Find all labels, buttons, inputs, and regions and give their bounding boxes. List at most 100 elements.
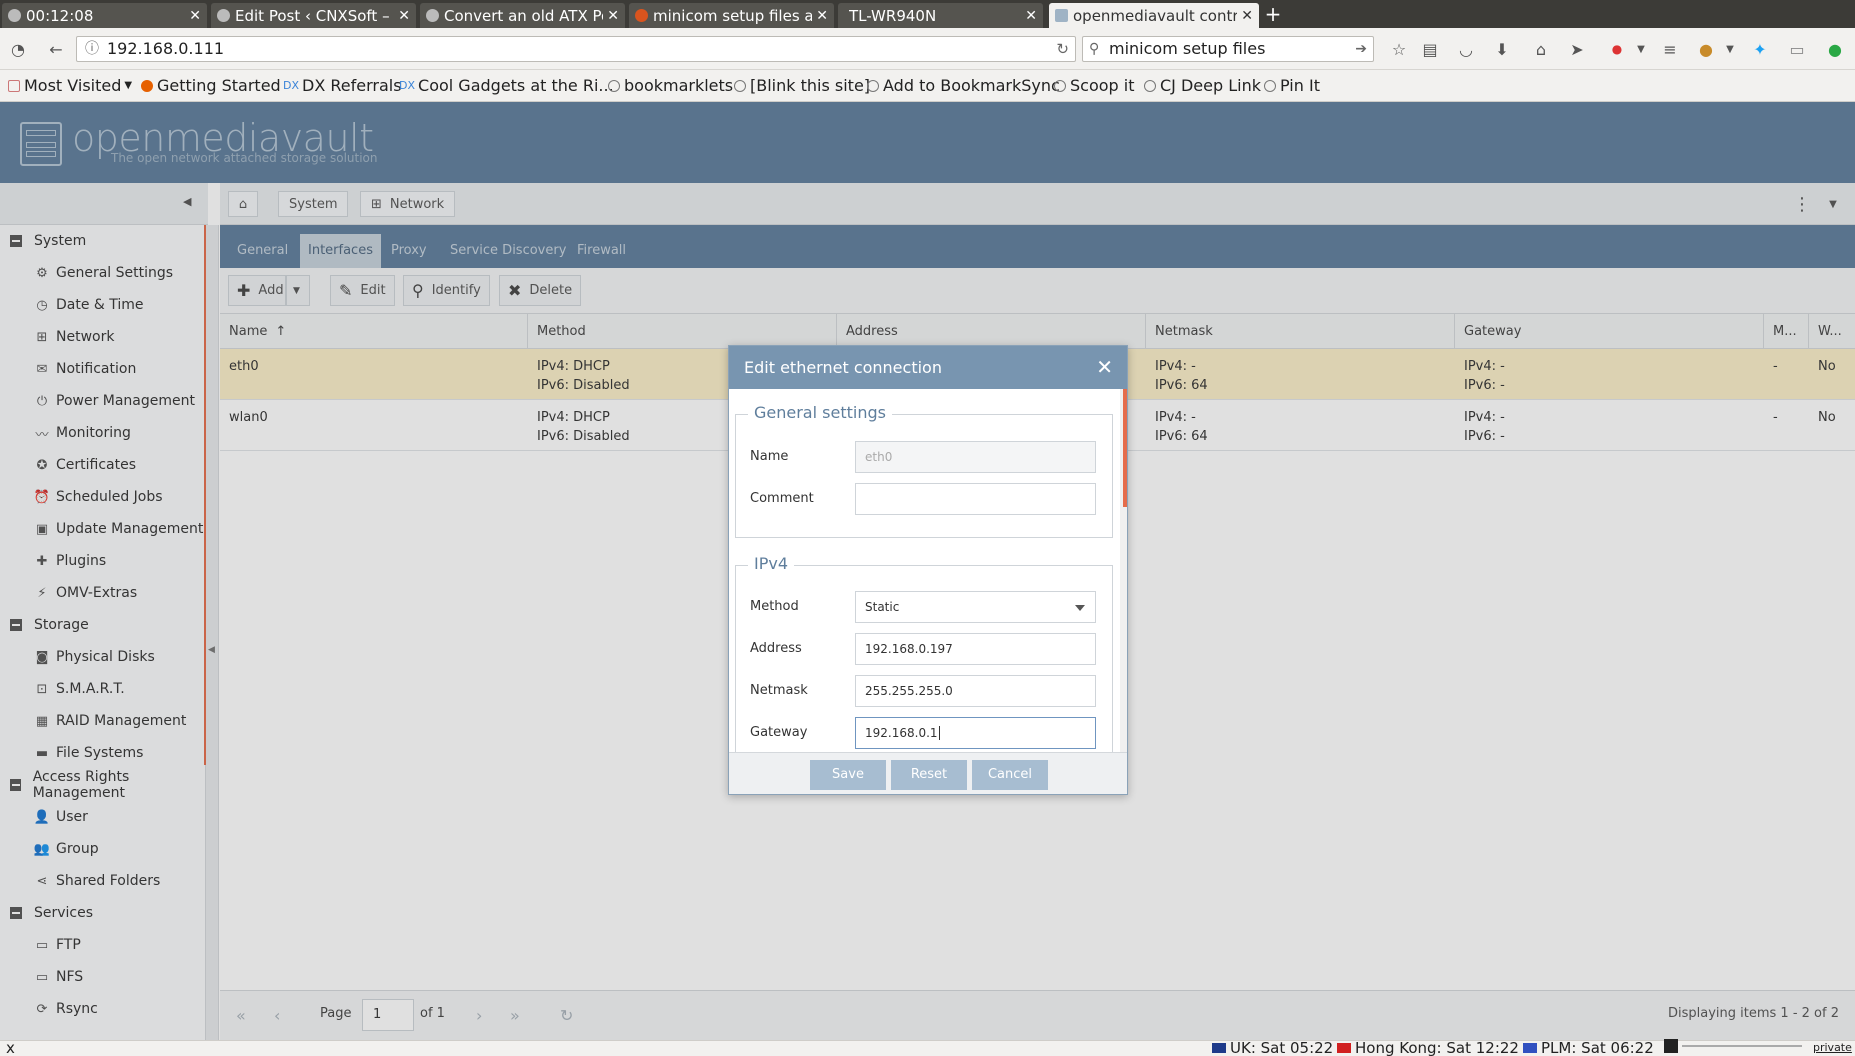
clock-uk: UK: Sat 05:22 (1212, 1039, 1333, 1056)
dialog-title: Edit ethernet connection (744, 358, 942, 377)
info-icon[interactable]: ⓘ (85, 37, 99, 61)
reader-list-icon[interactable]: ▤ (1418, 37, 1442, 61)
globe-icon (1144, 79, 1156, 92)
home-icon[interactable]: ⌂ (1529, 37, 1553, 61)
bookmark-label: Most Visited (24, 76, 122, 95)
send-icon[interactable]: ➤ (1565, 37, 1589, 61)
reset-label: Reset (910, 767, 948, 782)
address-field[interactable]: 192.168.0.197 (855, 633, 1096, 665)
menu-icon[interactable]: ≡ (1658, 37, 1682, 61)
method-row: Method Static (750, 591, 1096, 623)
reload-icon[interactable]: ↻ (1056, 37, 1069, 61)
tab-favicon-icon (635, 9, 648, 22)
tab-close-icon[interactable]: ✕ (1241, 8, 1253, 24)
netmask-field[interactable]: 255.255.255.0 (855, 675, 1096, 707)
bookmark-item[interactable]: DX DX Referrals (283, 76, 402, 95)
close-icon[interactable]: ✕ (1096, 346, 1113, 389)
tab-close-icon[interactable]: ✕ (607, 8, 619, 24)
dialog-titlebar[interactable]: Edit ethernet connection ✕ (729, 346, 1127, 389)
new-tab-icon[interactable]: + (1262, 4, 1284, 26)
dialog-body: General settings Name eth0 Comment IPv4 … (729, 389, 1127, 752)
fieldset-legend: IPv4 (748, 554, 795, 573)
name-row: Name eth0 (750, 441, 1096, 473)
method-value: Static (865, 600, 900, 614)
chevron-down-icon[interactable]: ▼ (1629, 37, 1653, 61)
bookmark-label: Add to BookmarkSync (883, 76, 1060, 95)
tab-title: TL-WR940N (849, 6, 937, 25)
uk-flag-icon (1212, 1043, 1226, 1053)
tab-close-icon[interactable]: ✕ (816, 8, 828, 24)
search-input[interactable]: ⚲ minicom setup files ➔ (1082, 36, 1374, 62)
tab-title: openmediavault contro (1073, 6, 1238, 25)
download-icon[interactable]: ⬇ (1490, 37, 1514, 61)
browser-tab-active[interactable]: openmediavault contro ✕ (1049, 3, 1259, 28)
dialog-scrollbar-thumb[interactable] (1123, 389, 1127, 507)
dialog-footer: Save Reset Cancel (729, 752, 1127, 794)
tab-favicon-icon (1055, 9, 1068, 22)
chevron-down-icon[interactable]: ▼ (1718, 37, 1742, 61)
general-settings-fieldset: General settings Name eth0 Comment (735, 403, 1113, 538)
text-cursor: ​ (938, 726, 940, 740)
bookmark-item[interactable]: CJ Deep Link (1144, 76, 1261, 95)
reset-button[interactable]: Reset (891, 760, 967, 790)
statusbar-close-icon[interactable]: x (6, 1039, 15, 1056)
netmask-label: Netmask (750, 683, 808, 698)
zoom-track[interactable] (1682, 1045, 1802, 1047)
bookmark-item[interactable]: Pin It (1264, 76, 1320, 95)
cancel-button[interactable]: Cancel (972, 760, 1048, 790)
twitter-icon[interactable]: ✦ (1748, 37, 1772, 61)
bookmark-most-visited[interactable]: Most Visited ▼ (8, 76, 132, 95)
comment-field[interactable] (855, 483, 1096, 515)
dx-icon: DX (283, 79, 300, 92)
zoom-icon (1664, 1039, 1678, 1053)
gateway-value: 192.168.0.1 (865, 726, 938, 740)
method-select[interactable]: Static (855, 591, 1096, 623)
chevron-down-icon (1075, 605, 1085, 611)
browser-tab[interactable]: 00:12:08 ✕ (2, 3, 207, 28)
bookmark-star-icon[interactable]: ☆ (1387, 37, 1411, 61)
tab-close-icon[interactable]: ✕ (189, 8, 201, 24)
url-input[interactable]: ⓘ 192.168.0.111 ↻ (76, 36, 1076, 62)
bookmark-item[interactable]: Scoop it (1054, 76, 1135, 95)
search-go-icon[interactable]: ➔ (1355, 37, 1367, 61)
browser-tab[interactable]: minicom setup files at ✕ (629, 3, 834, 28)
chat-icon[interactable]: ▭ (1785, 37, 1809, 61)
browser-tab[interactable]: TL-WR940N ✕ (838, 3, 1043, 28)
tab-title: Convert an old ATX Po (444, 6, 604, 25)
browser-tab[interactable]: Edit Post ‹ CNXSoft – E ✕ (211, 3, 416, 28)
bookmark-label: bookmarklets (624, 76, 734, 95)
bookmark-item[interactable]: [Blink this site] (734, 76, 870, 95)
bookmark-label: DX Referrals (302, 76, 402, 95)
save-button[interactable]: Save (810, 760, 886, 790)
tab-close-icon[interactable]: ✕ (1025, 8, 1037, 24)
bookmark-item[interactable]: DX Cool Gadgets at the Ri... (399, 76, 614, 95)
bookmark-item[interactable]: Getting Started (141, 76, 281, 95)
pocket-icon[interactable]: ◡ (1454, 37, 1478, 61)
bookmark-label: CJ Deep Link (1160, 76, 1261, 95)
save-label: Save (832, 767, 864, 782)
back-icon[interactable]: ← (44, 37, 68, 61)
plm-flag-icon (1523, 1043, 1537, 1053)
browser-tab-bar: 00:12:08 ✕ Edit Post ‹ CNXSoft – E ✕ Con… (0, 0, 1855, 28)
hangouts-icon[interactable]: ● (1823, 37, 1847, 61)
bookmark-item[interactable]: Add to BookmarkSync (867, 76, 1060, 95)
cancel-label: Cancel (987, 767, 1033, 782)
browser-tab[interactable]: Convert an old ATX Po ✕ (420, 3, 625, 28)
name-value: eth0 (865, 450, 893, 464)
extension-icon[interactable]: ● (1694, 37, 1718, 61)
name-field[interactable]: eth0 (855, 441, 1096, 473)
globe-icon (1264, 79, 1276, 92)
search-text: minicom setup files (1109, 39, 1266, 58)
folder-icon (8, 79, 20, 92)
clock-plm-text: PLM: Sat 06:22 (1541, 1039, 1654, 1056)
comment-label: Comment (750, 491, 814, 506)
address-value: 192.168.0.197 (865, 642, 953, 656)
adblock-icon[interactable]: ● (1605, 37, 1629, 61)
bookmark-label: Getting Started (157, 76, 281, 95)
tab-close-icon[interactable]: ✕ (398, 8, 410, 24)
zoom-slider[interactable] (1664, 1039, 1802, 1053)
dialog-scrollbar[interactable] (1120, 389, 1127, 752)
gateway-field[interactable]: 192.168.0.1​ (855, 717, 1096, 749)
identity-icon[interactable]: ◔ (6, 37, 30, 61)
bookmark-item[interactable]: bookmarklets (608, 76, 733, 95)
